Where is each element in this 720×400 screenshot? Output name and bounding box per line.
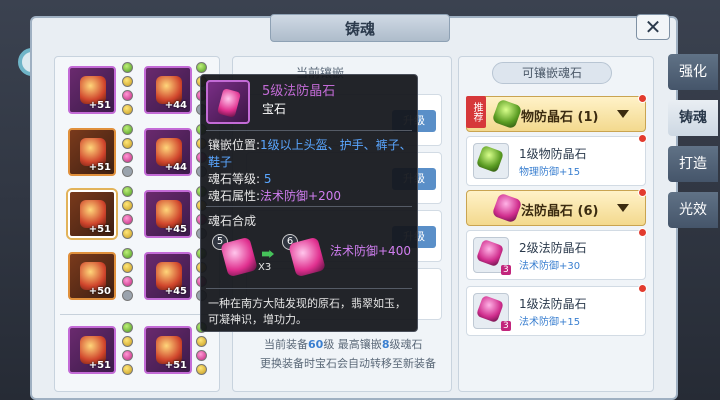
gem-attr: 物理防御+15 [519,167,581,178]
gem-sockets [122,186,134,242]
equipment-slot-armor-2[interactable]: +51 [144,326,192,374]
equipment-divider [60,314,210,315]
category-label: 法防晶石 (6) [521,204,599,219]
slot-label: 镶嵌位置: [208,138,261,152]
tooltip-divider [206,206,412,207]
equipment-level-value: 60 [308,338,324,351]
equipment-slot-gloves[interactable]: +51 [68,190,116,238]
equipment-level: +45 [164,286,187,297]
notification-dot [638,284,647,293]
level-label: 魂石等级: [208,172,261,186]
close-button[interactable]: ✕ [636,14,670,40]
equipment-level: +45 [164,224,187,235]
merge-multiplier: X3 [258,262,272,273]
merge-result: 法术防御+400 [330,244,411,258]
recommend-tag: 推荐 [466,96,486,128]
equipment-level: +44 [164,162,187,173]
green-gem-icon [491,98,523,130]
attr-label: 魂石属性: [208,189,261,203]
equipment-level: +51 [88,162,111,173]
tooltip-divider [206,130,412,131]
tab-qianghua[interactable]: 强化 [668,54,718,90]
info-text: 级 最高镶嵌 [323,338,382,351]
equipment-slot-belt[interactable]: +45 [144,190,192,238]
chevron-down-icon [617,110,629,118]
gem-description: 一种在南方大陆发现的原石，翡翠如玉，可凝神识，增功力。 [208,297,406,326]
tooltip-gem-type: 宝石 [262,102,287,116]
equipment-slot-armor[interactable]: +51 [68,128,116,176]
tooltip-gem-icon [206,80,250,124]
gem-name: 1级法防晶石 [519,297,587,311]
tab-guangxiao[interactable]: 光效 [668,192,718,228]
attr-value: 法术防御+200 [260,189,342,203]
window-title: 铸魂 [270,14,450,42]
gem-item[interactable]: 3 2级法防晶石 法术防御+30 [466,230,646,280]
pink-gem-icon [491,192,523,224]
gem-count: 3 [501,265,511,275]
game-screen: 铸魂 ✕ 强化 铸魂 打造 光效 +51 +44 +51 +44 +51 +45… [0,0,720,400]
equipment-level: +51 [88,224,111,235]
tooltip-slot-line: 镶嵌位置:1级以上头盔、护手、裤子、鞋子 [208,136,412,170]
gem-name: 2级法防晶石 [519,241,587,255]
gem-sockets [122,248,134,304]
tooltip-level-line: 魂石等级: 5 [208,170,272,187]
category-magic-defense[interactable]: 法防晶石 (6) [466,190,646,226]
gem-item[interactable]: 3 1级法防晶石 法术防御+15 [466,286,646,336]
gem-sockets [122,62,134,118]
tooltip-divider [206,288,412,289]
info-text: 级魂石 [389,338,423,351]
info-text: 当前装备 [264,338,308,351]
notification-dot [638,188,647,197]
equipment-slot-ring[interactable]: +44 [144,128,192,176]
gem-attr: 法术防御+30 [519,261,581,272]
equipment-level: +51 [88,100,111,111]
equipment-level: +50 [88,286,111,297]
equipment-slot-helmet[interactable]: +51 [68,66,116,114]
equipment-level: +44 [164,100,187,111]
gem-item[interactable]: 1级物防晶石 物理防御+15 [466,136,646,186]
notification-dot [638,134,647,143]
notification-dot [638,94,647,103]
equipment-slot-boots[interactable]: +45 [144,252,192,300]
equipment-level: +51 [164,360,187,371]
transfer-hint: 更换装备时宝石会自动转移至新装备 [260,357,436,370]
gem-sockets [122,322,134,378]
equipment-level-info: 当前装备60级 最高镶嵌8级魂石 [264,336,422,352]
level-value: 5 [263,172,272,186]
category-physical-defense[interactable]: 物防晶石 (1) [466,96,646,132]
equipment-slot-necklace[interactable]: +44 [144,66,192,114]
tab-zhuhun[interactable]: 铸魂 [668,100,718,136]
available-gems-header: 可镶嵌魂石 [492,62,612,84]
gem-count: 3 [501,321,511,331]
gem-attr: 法术防御+15 [519,317,581,328]
equipment-slot-pants[interactable]: +50 [68,252,116,300]
chevron-down-icon [617,204,629,212]
tab-dazao[interactable]: 打造 [668,146,718,182]
merge-label: 魂石合成 [208,214,257,228]
category-label: 物防晶石 (1) [521,110,599,125]
equipment-slot-weapon[interactable]: +51 [68,326,116,374]
gem-name: 1级物防晶石 [519,147,587,161]
tooltip-gem-name: 5级法防晶石 [262,84,336,99]
tooltip-attr-line: 魂石属性:法术防御+200 [208,187,341,204]
notification-dot [638,228,647,237]
equipment-level: +51 [88,360,111,371]
gem-sockets [122,124,134,180]
